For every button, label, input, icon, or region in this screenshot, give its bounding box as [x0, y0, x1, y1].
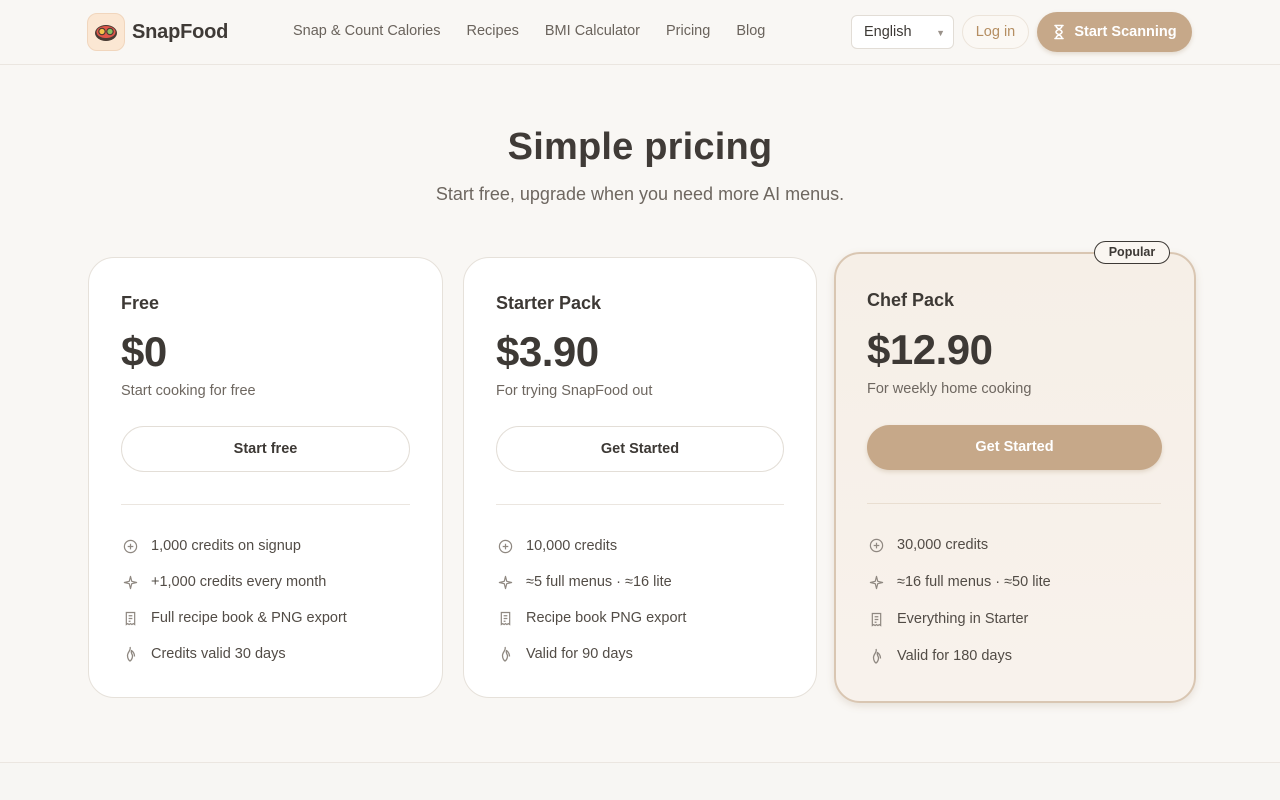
main-nav: Snap & Count Calories Recipes BMI Calcul… [293, 23, 791, 39]
feature-item: ≈5 full menus · ≈16 lite [496, 573, 672, 591]
feature-text: Credits valid 30 days [151, 646, 286, 662]
popular-badge: Popular [1094, 241, 1170, 264]
get-started-button[interactable]: Get Started [496, 426, 784, 472]
footer-section [0, 762, 1280, 800]
plus-circle-icon [121, 537, 139, 555]
plan-price: $12.90 [867, 326, 993, 373]
site-header: SnapFood Snap & Count Calories Recipes B… [0, 0, 1280, 65]
divider [496, 504, 784, 505]
flame-icon [121, 645, 139, 663]
feature-item: Valid for 180 days [867, 647, 1012, 665]
receipt-icon [496, 609, 514, 627]
feature-item: +1,000 credits every month [121, 573, 326, 591]
plan-name: Free [121, 293, 160, 313]
feature-text: +1,000 credits every month [151, 574, 327, 590]
feature-text: Everything in Starter [897, 611, 1029, 627]
start-scanning-label: Start Scanning [1074, 24, 1177, 40]
flame-icon [867, 647, 885, 665]
nav-blog[interactable]: Blog [736, 23, 765, 39]
feature-text: Valid for 90 days [526, 646, 633, 662]
start-scanning-button[interactable]: Start Scanning [1037, 12, 1192, 52]
plan-card-free [88, 257, 443, 698]
language-select[interactable]: English ▼ [851, 15, 954, 49]
feature-text: 1,000 credits on signup [151, 538, 301, 554]
plan-card-starter [463, 257, 817, 698]
plus-circle-icon [496, 537, 514, 555]
page-title: Simple pricing [507, 126, 773, 168]
feature-item: 30,000 credits [867, 536, 988, 554]
feature-item: Full recipe book & PNG export [121, 609, 347, 627]
brand-logo[interactable]: SnapFood [87, 13, 228, 51]
sparkle-icon [496, 573, 514, 591]
divider [121, 504, 410, 505]
plan-price: $3.90 [496, 328, 599, 375]
feature-text: Full recipe book & PNG export [151, 610, 347, 626]
plan-price: $0 [121, 328, 167, 375]
feature-text: 30,000 credits [897, 537, 989, 553]
plan-card-chef [834, 252, 1196, 703]
feature-item: 10,000 credits [496, 537, 617, 555]
language-value: English [864, 24, 912, 40]
feature-text: 10,000 credits [526, 538, 618, 554]
feature-item: 1,000 credits on signup [121, 537, 301, 555]
feature-item: ≈16 full menus · ≈50 lite [867, 573, 1051, 591]
plan-description: For weekly home cooking [867, 381, 1032, 397]
nav-bmi-calculator[interactable]: BMI Calculator [545, 23, 640, 39]
nav-recipes[interactable]: Recipes [467, 23, 519, 39]
plan-name: Starter Pack [496, 293, 602, 313]
hourglass-icon [1054, 24, 1065, 40]
get-started-button[interactable]: Get Started [867, 425, 1162, 470]
start-free-button[interactable]: Start free [121, 426, 410, 472]
sparkle-icon [121, 573, 139, 591]
sparkle-icon [867, 573, 885, 591]
food-bowl-icon [87, 13, 125, 51]
chevron-down-icon: ▼ [936, 28, 945, 38]
plan-description: For trying SnapFood out [496, 383, 653, 399]
flame-icon [496, 645, 514, 663]
nav-pricing[interactable]: Pricing [666, 23, 710, 39]
receipt-icon [121, 609, 139, 627]
login-button[interactable]: Log in [962, 15, 1029, 49]
feature-item: Recipe book PNG export [496, 609, 686, 627]
receipt-icon [867, 610, 885, 628]
plan-description: Start cooking for free [121, 383, 256, 399]
feature-text: ≈5 full menus · ≈16 lite [526, 574, 672, 590]
feature-text: Recipe book PNG export [526, 610, 687, 626]
feature-text: ≈16 full menus · ≈50 lite [897, 574, 1051, 590]
plan-name: Chef Pack [867, 290, 955, 310]
nav-snap-count-calories[interactable]: Snap & Count Calories [293, 23, 441, 39]
feature-item: Valid for 90 days [496, 645, 633, 663]
divider [867, 503, 1161, 504]
feature-text: Valid for 180 days [897, 648, 1012, 664]
feature-item: Credits valid 30 days [121, 645, 286, 663]
brand-name: SnapFood [132, 20, 229, 43]
plus-circle-icon [867, 536, 885, 554]
feature-item: Everything in Starter [867, 610, 1028, 628]
page-subtitle: Start free, upgrade when you need more A… [435, 184, 845, 204]
